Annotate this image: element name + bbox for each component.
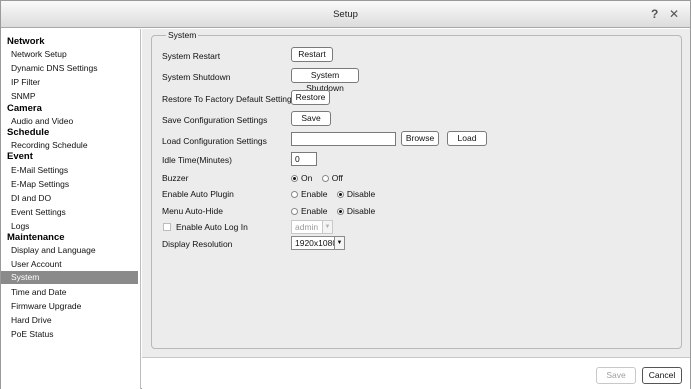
radio-selected-icon[interactable] xyxy=(336,191,344,198)
sidebar-group-event: Event xyxy=(7,151,33,162)
auto-login-checkbox[interactable] xyxy=(163,223,171,231)
sidebar-group-network: Network xyxy=(7,36,45,47)
sidebar-item-dynamic-dns[interactable]: Dynamic DNS Settings xyxy=(5,62,137,75)
radio-empty-icon[interactable] xyxy=(291,191,298,198)
sidebar-item-display-language[interactable]: Display and Language xyxy=(5,244,137,257)
sidebar-item-firmware-upgrade[interactable]: Firmware Upgrade xyxy=(5,300,137,313)
help-icon[interactable]: ? xyxy=(651,7,658,21)
sidebar-item-ip-filter[interactable]: IP Filter xyxy=(5,76,137,89)
restore-button[interactable]: Restore xyxy=(291,90,330,105)
sidebar-item-user-account[interactable]: User Account xyxy=(5,258,137,271)
menu-autohide-enable-option[interactable]: Enable xyxy=(291,206,327,216)
window-title: Setup xyxy=(333,9,358,20)
auto-plugin-disable-option[interactable]: Disable xyxy=(336,189,375,199)
buzzer-off-option[interactable]: Off xyxy=(321,173,343,183)
save-config-button[interactable]: Save xyxy=(291,111,331,126)
buzzer-radio-group: On Off xyxy=(291,173,350,183)
chevron-down-icon[interactable]: ▼ xyxy=(334,237,344,249)
sidebar-item-poe-status[interactable]: PoE Status xyxy=(5,328,137,341)
sidebar-item-system[interactable]: System xyxy=(1,271,138,284)
fieldset-legend: System xyxy=(166,30,199,40)
chevron-down-icon: ▼ xyxy=(322,221,332,233)
menu-autohide-disable-option[interactable]: Disable xyxy=(336,206,375,216)
title-bar: Setup ? ✕ xyxy=(1,1,690,28)
display-resolution-label: Display Resolution xyxy=(162,239,233,249)
sidebar-item-snmp[interactable]: SNMP xyxy=(5,90,137,103)
system-panel: System System Restart Restart System Shu… xyxy=(142,29,690,357)
auto-plugin-radio-group: Enable Disable xyxy=(291,189,382,199)
radio-selected-icon[interactable] xyxy=(336,208,344,215)
sidebar-item-email-settings[interactable]: E-Mail Settings xyxy=(5,164,137,177)
close-icon[interactable]: ✕ xyxy=(669,7,679,21)
sidebar-group-camera: Camera xyxy=(7,103,42,114)
config-file-input[interactable] xyxy=(291,132,396,146)
menu-autohide-radio-group: Enable Disable xyxy=(291,206,382,216)
setup-window: Setup ? ✕ Network Network Setup Dynamic … xyxy=(0,0,691,389)
sidebar: Network Network Setup Dynamic DNS Settin… xyxy=(1,29,141,389)
load-button[interactable]: Load xyxy=(447,131,487,146)
idle-time-input[interactable]: 0 xyxy=(291,152,317,166)
auto-login-label: Enable Auto Log In xyxy=(176,222,248,232)
radio-empty-icon[interactable] xyxy=(321,175,329,182)
radio-empty-icon[interactable] xyxy=(291,208,298,215)
system-shutdown-label: System Shutdown xyxy=(162,72,231,82)
menu-autohide-label: Menu Auto-Hide xyxy=(162,206,223,216)
footer-save-button[interactable]: Save xyxy=(596,367,636,384)
sidebar-item-di-do[interactable]: DI and DO xyxy=(5,192,137,205)
auto-login-user-select: admin ▼ xyxy=(291,220,333,234)
restart-button[interactable]: Restart xyxy=(291,47,333,62)
sidebar-item-time-date[interactable]: Time and Date xyxy=(5,286,137,299)
browse-button[interactable]: Browse xyxy=(401,131,439,146)
idle-time-label: Idle Time(Minutes) xyxy=(162,155,232,165)
sidebar-item-network-setup[interactable]: Network Setup xyxy=(5,48,137,61)
sidebar-item-event-settings[interactable]: Event Settings xyxy=(5,206,137,219)
buzzer-label: Buzzer xyxy=(162,173,189,183)
buzzer-on-option[interactable]: On xyxy=(291,173,312,183)
footer-bar: Save Cancel xyxy=(142,357,690,389)
sidebar-item-emap-settings[interactable]: E-Map Settings xyxy=(5,178,137,191)
load-config-label: Load Configuration Settings xyxy=(162,136,267,146)
display-resolution-select[interactable]: 1920x1080 ▼ xyxy=(291,236,345,250)
auto-plugin-enable-option[interactable]: Enable xyxy=(291,189,327,199)
auto-plugin-label: Enable Auto Plugin xyxy=(162,189,234,199)
save-config-label: Save Configuration Settings xyxy=(162,115,268,125)
system-shutdown-button[interactable]: System Shutdown xyxy=(291,68,359,93)
footer-cancel-button[interactable]: Cancel xyxy=(642,367,682,384)
factory-default-label: Restore To Factory Default Settings xyxy=(162,94,297,104)
sidebar-item-hard-drive[interactable]: Hard Drive xyxy=(5,314,137,327)
sidebar-group-maintenance: Maintenance xyxy=(7,232,65,243)
sidebar-group-schedule: Schedule xyxy=(7,127,50,138)
system-restart-label: System Restart xyxy=(162,51,221,61)
radio-selected-icon[interactable] xyxy=(291,175,298,182)
